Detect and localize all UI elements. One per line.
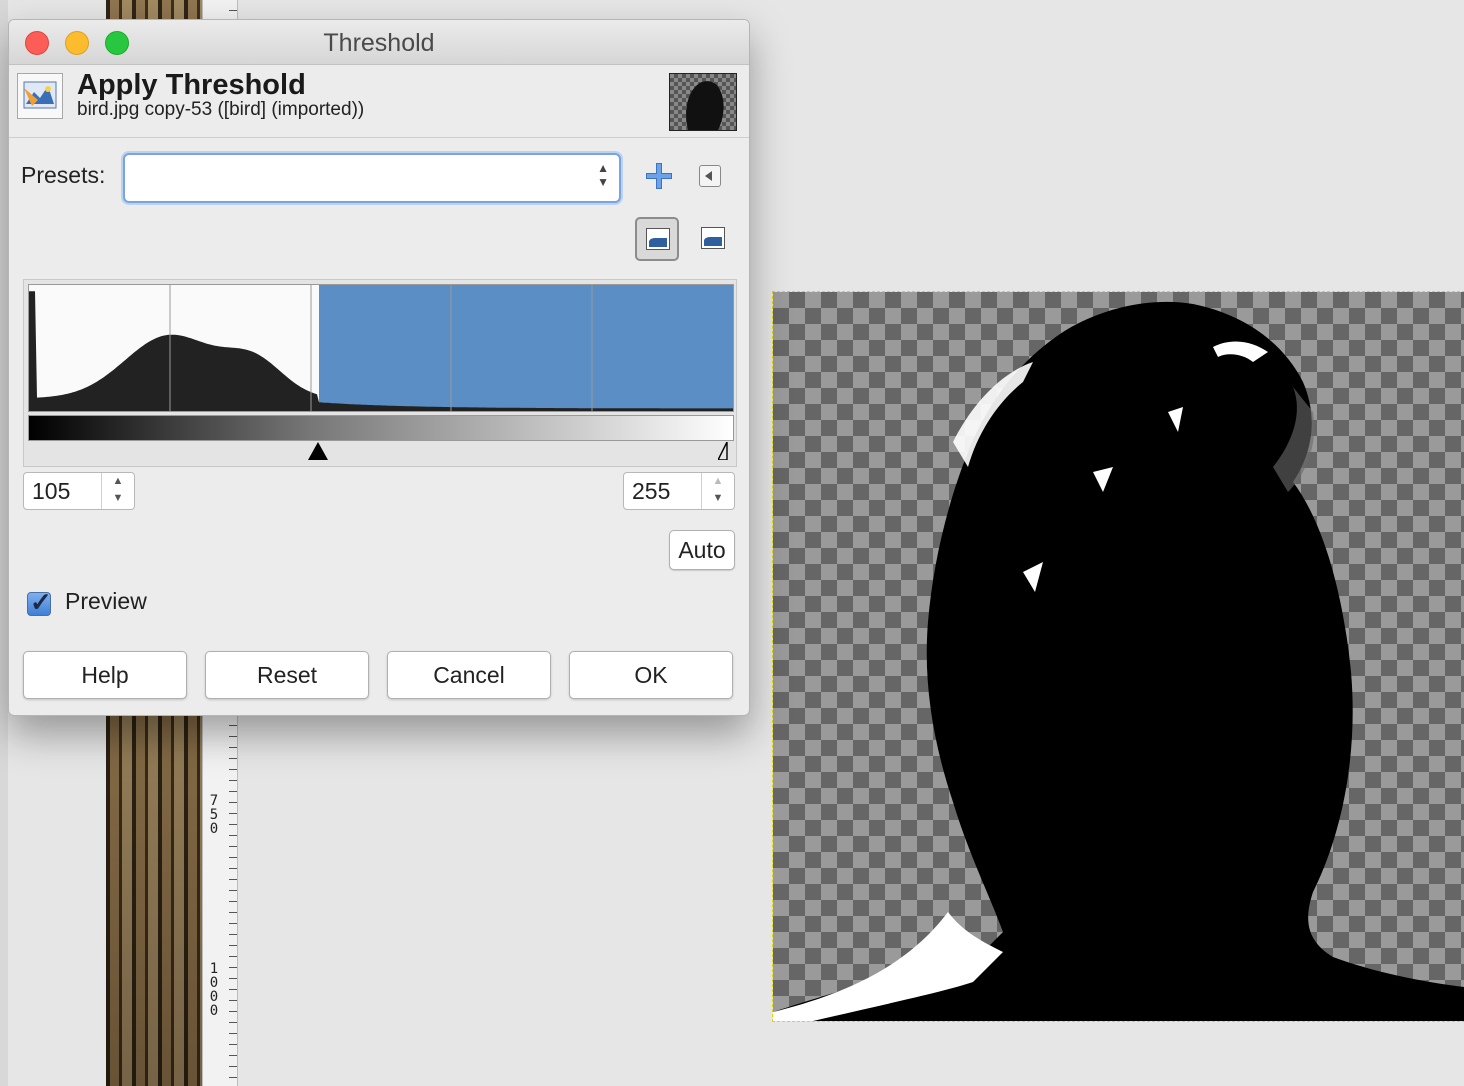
high-threshold-value[interactable]: 255 xyxy=(632,478,670,505)
linear-histogram-button[interactable] xyxy=(635,217,679,261)
histogram[interactable] xyxy=(28,284,734,412)
reset-button[interactable]: Reset xyxy=(205,651,369,699)
image-name-label: bird.jpg copy-53 ([bird] (imported)) xyxy=(77,99,365,120)
add-preset-button[interactable] xyxy=(643,160,675,192)
histogram-view[interactable] xyxy=(23,279,737,467)
ok-button[interactable]: OK xyxy=(569,651,733,699)
presets-menu-button[interactable] xyxy=(699,165,721,187)
ruler-label-1000: 1000 xyxy=(209,961,219,1019)
presets-combo[interactable]: ▲ ▼ xyxy=(123,153,621,203)
spinner-arrows-icon[interactable]: ▲ ▼ xyxy=(701,473,734,509)
help-button[interactable]: Help xyxy=(23,651,187,699)
plus-icon xyxy=(646,163,672,189)
preview-label[interactable]: Preview xyxy=(65,588,147,615)
bird-silhouette xyxy=(773,301,1464,1021)
threshold-dialog: Threshold Apply Threshold bird.jpg copy-… xyxy=(8,19,750,716)
threshold-tool-icon xyxy=(17,73,63,119)
low-threshold-handle[interactable] xyxy=(308,442,328,460)
image-thumbnail xyxy=(669,73,737,131)
low-threshold-value[interactable]: 105 xyxy=(32,478,70,505)
preview-checkbox[interactable]: ✓ xyxy=(27,587,52,617)
ruler-label-750: 750 xyxy=(209,793,219,837)
gimp-workspace: 750 1000 Threshold Apply Threshold bird.… xyxy=(0,0,1464,1086)
high-threshold-handle[interactable] xyxy=(718,442,728,460)
title-bar[interactable]: Threshold xyxy=(9,20,749,65)
dialog-heading: Apply Threshold xyxy=(77,69,306,101)
presets-label: Presets: xyxy=(21,162,106,188)
dialog-header: Apply Threshold bird.jpg copy-53 ([bird]… xyxy=(9,65,749,138)
spinner-arrows-icon[interactable]: ▲ ▼ xyxy=(101,473,134,509)
image-canvas[interactable] xyxy=(772,291,1464,1022)
window-title: Threshold xyxy=(323,29,435,57)
cancel-button[interactable]: Cancel xyxy=(387,651,551,699)
logarithmic-histogram-button[interactable] xyxy=(691,217,735,261)
auto-button[interactable]: Auto xyxy=(669,530,735,570)
histogram-graph xyxy=(29,285,733,411)
toolbox-edge xyxy=(0,0,8,1086)
value-gradient-bar xyxy=(28,415,734,441)
threshold-range-highlight xyxy=(319,285,733,411)
checkmark-icon: ✓ xyxy=(30,587,52,617)
high-threshold-spinner[interactable]: 255 ▲ ▼ xyxy=(623,472,735,510)
linear-histogram-icon xyxy=(646,228,670,250)
log-histogram-icon xyxy=(701,227,725,249)
up-down-arrows-icon: ▲ ▼ xyxy=(597,161,609,189)
low-threshold-spinner[interactable]: 105 ▲ ▼ xyxy=(23,472,135,510)
